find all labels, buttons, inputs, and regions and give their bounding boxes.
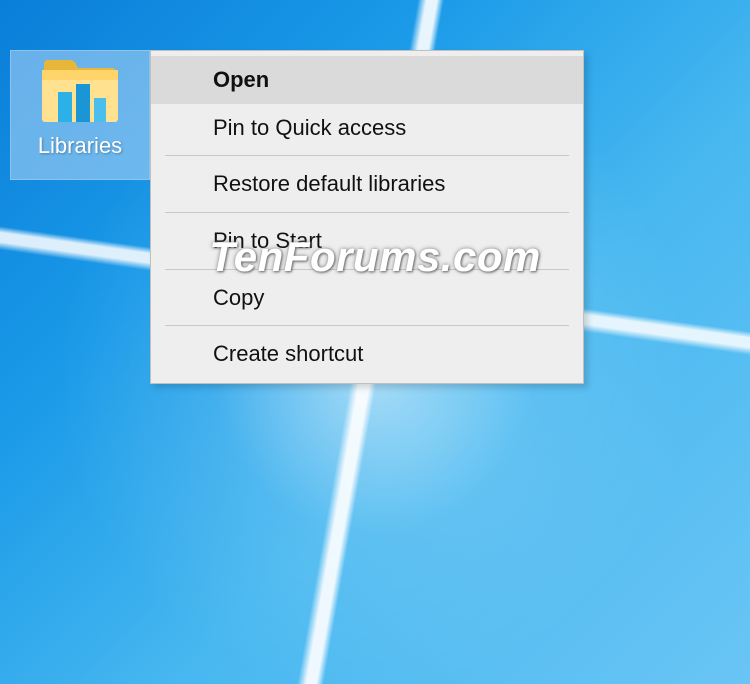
menu-item-open[interactable]: Open: [151, 56, 583, 104]
menu-item-copy[interactable]: Copy: [151, 274, 583, 322]
menu-separator: [165, 269, 569, 270]
context-menu: Open Pin to Quick access Restore default…: [150, 50, 584, 384]
menu-separator: [165, 212, 569, 213]
libraries-folder-icon: [40, 56, 120, 131]
menu-item-restore-default-libraries[interactable]: Restore default libraries: [151, 160, 583, 208]
libraries-desktop-icon[interactable]: Libraries: [10, 50, 150, 180]
menu-separator: [165, 155, 569, 156]
menu-separator: [165, 325, 569, 326]
menu-item-pin-to-start[interactable]: Pin to Start: [151, 217, 583, 265]
menu-item-create-shortcut[interactable]: Create shortcut: [151, 330, 583, 378]
menu-item-pin-quick-access[interactable]: Pin to Quick access: [151, 104, 583, 152]
desktop-icon-label: Libraries: [38, 133, 122, 159]
